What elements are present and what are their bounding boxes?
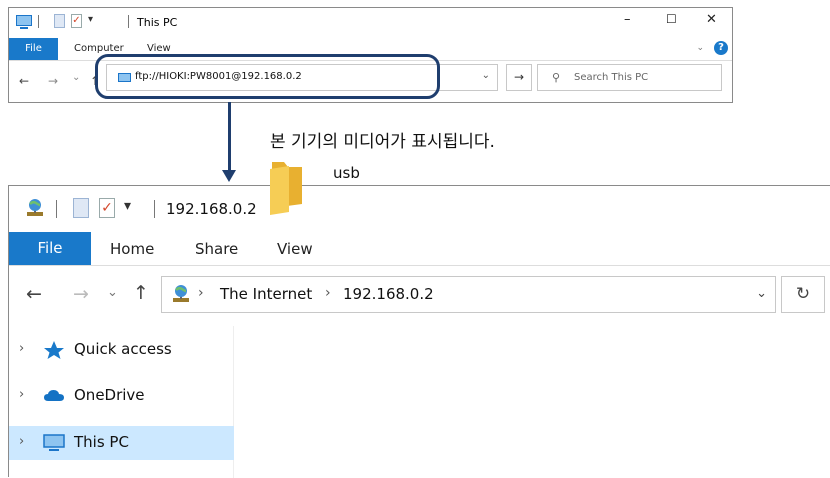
- title-separator: [154, 200, 155, 218]
- cloud-icon: [44, 390, 64, 401]
- arrow-down-icon: [222, 170, 236, 182]
- quick-access-dropdown-icon[interactable]: ▾: [124, 198, 131, 214]
- tab-share[interactable]: Share: [195, 240, 238, 258]
- sidebar-item-this-pc[interactable]: › This PC: [9, 426, 234, 460]
- navigation-pane: › Quick access › OneDrive › This PC: [9, 326, 234, 478]
- bottom-explorer-window: ✓ ▾ 192.168.0.2 File Home Share View ← →…: [8, 185, 830, 478]
- sidebar-item-label: This PC: [74, 433, 129, 451]
- ribbon-tabs: File Home Share View: [9, 232, 830, 266]
- search-box[interactable]: ⚲ Search This PC: [537, 64, 722, 91]
- go-button[interactable]: →: [506, 64, 532, 91]
- arrow-line: [228, 102, 231, 174]
- checkmark-icon[interactable]: ✓: [71, 14, 82, 28]
- address-dropdown-icon[interactable]: ⌄: [482, 70, 490, 81]
- up-button[interactable]: ↑: [133, 282, 149, 304]
- sidebar-item-quick-access[interactable]: › Quick access: [9, 333, 234, 367]
- tab-home[interactable]: Home: [110, 240, 154, 258]
- tab-file[interactable]: File: [9, 38, 58, 60]
- search-icon: ⚲: [552, 71, 561, 84]
- network-location-icon: [173, 285, 189, 302]
- title-separator: [38, 15, 39, 28]
- this-pc-icon: [16, 15, 32, 29]
- caption-text: 본 기기의 미디어가 표시됩니다.: [270, 132, 495, 152]
- recent-locations-button[interactable]: ⌄: [107, 285, 118, 300]
- folder-icon[interactable]: [268, 158, 306, 216]
- properties-icon[interactable]: [73, 198, 89, 218]
- tab-view[interactable]: View: [147, 43, 171, 54]
- address-highlight-outline: [95, 54, 440, 99]
- expand-chevron-icon[interactable]: ›: [19, 341, 24, 356]
- tab-file[interactable]: File: [9, 232, 91, 265]
- computer-icon: [43, 434, 65, 451]
- breadcrumb-the-internet[interactable]: The Internet: [220, 285, 312, 303]
- tab-view[interactable]: View: [277, 240, 313, 258]
- search-input[interactable]: Search This PC: [574, 72, 648, 83]
- expand-chevron-icon[interactable]: ›: [19, 434, 24, 449]
- breadcrumb-current[interactable]: 192.168.0.2: [343, 285, 434, 303]
- expand-chevron-icon[interactable]: ›: [19, 387, 24, 402]
- quick-access-dropdown-icon[interactable]: ▾: [88, 14, 93, 25]
- help-icon[interactable]: ?: [714, 41, 728, 55]
- sidebar-item-label: OneDrive: [74, 386, 145, 404]
- checkmark-icon[interactable]: ✓: [99, 198, 115, 218]
- refresh-button[interactable]: ↻: [781, 276, 825, 313]
- sidebar-item-onedrive[interactable]: › OneDrive: [9, 379, 234, 413]
- window-title: 192.168.0.2: [166, 200, 257, 218]
- chevron-right-icon[interactable]: ›: [198, 285, 204, 301]
- forward-button[interactable]: →: [73, 283, 89, 305]
- sidebar-item-label: Quick access: [74, 340, 172, 358]
- chevron-right-icon[interactable]: ›: [325, 285, 331, 301]
- window-title: This PC: [137, 16, 178, 29]
- maximize-button[interactable]: ☐: [666, 12, 677, 26]
- star-icon: [44, 341, 64, 359]
- recent-locations-button[interactable]: ⌄: [72, 72, 80, 83]
- tab-computer[interactable]: Computer: [74, 43, 124, 54]
- title-separator: [128, 15, 129, 28]
- properties-icon[interactable]: [54, 14, 65, 28]
- back-button[interactable]: ←: [19, 74, 29, 88]
- chevron-down-icon[interactable]: ⌄: [696, 43, 704, 53]
- title-separator: [56, 200, 57, 218]
- close-button[interactable]: ✕: [706, 12, 717, 27]
- title-bar: ✓ ▾ This PC – ☐ ✕: [9, 8, 732, 38]
- folder-item-usb[interactable]: usb: [333, 164, 360, 182]
- minimize-button[interactable]: –: [624, 12, 631, 27]
- address-bar[interactable]: › The Internet › 192.168.0.2 ⌄: [161, 276, 776, 313]
- address-dropdown-icon[interactable]: ⌄: [756, 286, 767, 301]
- forward-button[interactable]: →: [48, 74, 58, 88]
- back-button[interactable]: ←: [26, 283, 42, 305]
- network-location-icon: [27, 199, 43, 216]
